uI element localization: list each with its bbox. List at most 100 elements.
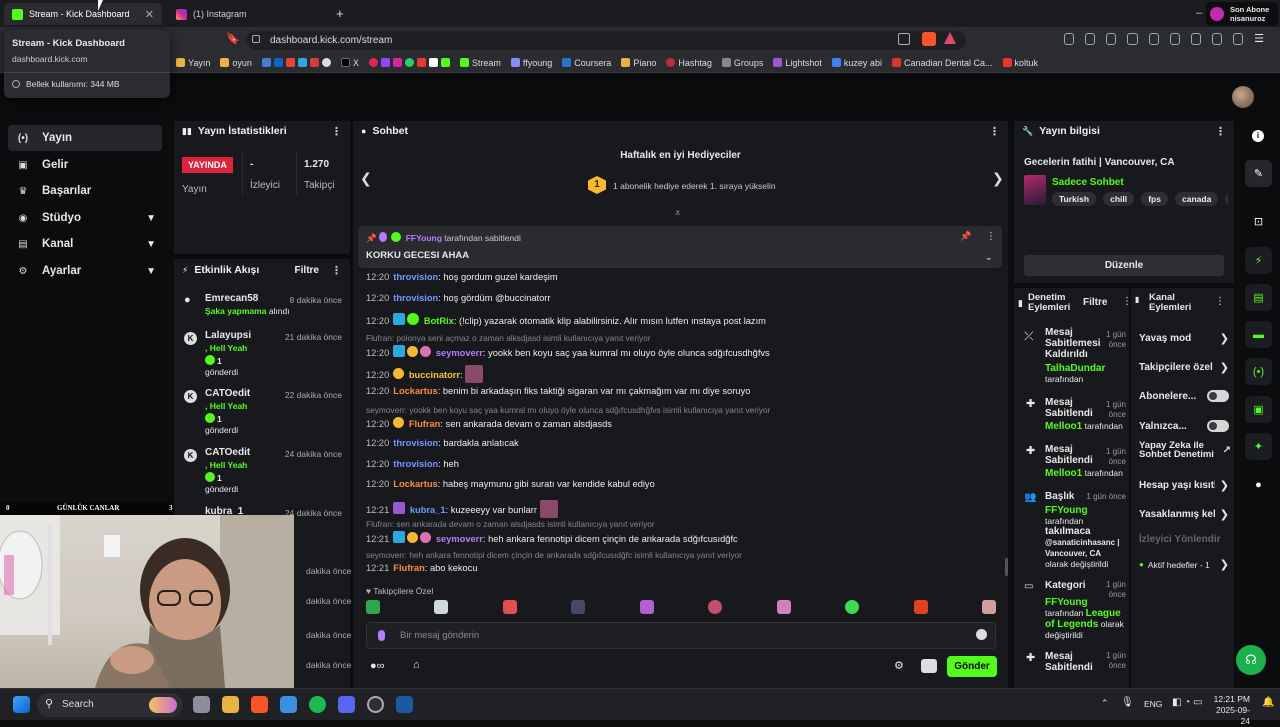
bookmark-stream[interactable]: Stream xyxy=(459,58,501,68)
next-arrow-icon[interactable]: ❯ xyxy=(992,170,1004,187)
more-options-icon[interactable]: ⋮ xyxy=(989,125,1000,138)
bookmark-icon[interactable]: 🔖 xyxy=(226,32,240,45)
points-icon[interactable]: ●∞ xyxy=(370,660,385,672)
chat-username[interactable]: Lockartus xyxy=(393,386,437,396)
extension-icon[interactable] xyxy=(1190,33,1201,45)
chat-username[interactable]: Flufran xyxy=(409,419,441,429)
microphone-icon[interactable]: 🎙 xyxy=(1121,697,1134,708)
bookmark-icons[interactable] xyxy=(261,58,331,67)
emote-icon[interactable] xyxy=(708,600,723,614)
edit-pencil-icon[interactable]: ✎ xyxy=(1245,160,1272,187)
chevron-down-icon[interactable]: ⌄ xyxy=(985,252,993,263)
info-icon[interactable]: i xyxy=(1252,130,1264,142)
filter-button[interactable]: Filtre xyxy=(295,265,319,276)
document-icon[interactable]: ▤ xyxy=(1245,284,1272,311)
chat-bubble-icon[interactable]: ▬ xyxy=(1245,321,1272,348)
chat-username[interactable]: seymoverr xyxy=(436,348,483,358)
emote-icon[interactable] xyxy=(639,600,654,614)
tray-expand-icon[interactable]: ⌃ xyxy=(1101,698,1109,709)
chat-emote-icon[interactable] xyxy=(921,659,937,673)
app-icon[interactable] xyxy=(280,696,297,713)
share-icon[interactable] xyxy=(898,33,910,45)
broadcast-icon[interactable]: (•) xyxy=(1245,358,1272,385)
chat-username[interactable]: buccinatorr xyxy=(409,370,460,380)
sidebar-item-studyo[interactable]: ◉ Stüdyo ▼ xyxy=(8,205,162,231)
unpin-icon[interactable]: 📌 xyxy=(960,231,971,242)
points-icon[interactable]: ● xyxy=(1245,471,1272,498)
windows-start-icon[interactable] xyxy=(13,696,30,713)
mic-icon[interactable] xyxy=(378,630,385,641)
tab-kick-dashboard[interactable]: Stream - Kick Dashboard ✕ xyxy=(4,3,162,25)
send-button[interactable]: Gönder xyxy=(947,656,997,677)
site-info-icon[interactable] xyxy=(252,35,260,43)
sidebar-item-yayin[interactable]: (•) Yayın xyxy=(8,125,162,151)
tab-instagram[interactable]: (1) Instagram xyxy=(168,3,326,25)
file-explorer-icon[interactable] xyxy=(222,696,239,713)
bookmark-x[interactable]: X xyxy=(340,58,359,68)
emote-icon[interactable] xyxy=(366,600,380,614)
close-tab-icon[interactable]: ✕ xyxy=(145,8,154,21)
task-view-icon[interactable] xyxy=(193,696,210,713)
edit-button[interactable]: Düzenle xyxy=(1024,255,1224,276)
category-name[interactable]: Sadece Sohbet xyxy=(1052,177,1124,188)
chat-username[interactable]: Flufran xyxy=(393,563,425,573)
sidebar-item-gelir[interactable]: ▣ Gelir xyxy=(8,152,162,178)
sidebar-item-ayarlar[interactable]: ⚙ Ayarlar ▼ xyxy=(8,258,162,284)
bookmark-canadian-dental[interactable]: Canadian Dental Ca... xyxy=(891,58,993,68)
clips-icon[interactable]: ▣ xyxy=(1245,396,1272,423)
notification-icon[interactable]: 🔔 xyxy=(1262,697,1274,708)
chat-username[interactable]: Lockartus xyxy=(393,479,437,489)
sidebar-item-basarilar[interactable]: ♛ Başarılar xyxy=(8,178,162,204)
bookmark-yayin[interactable]: Yayın xyxy=(176,58,210,68)
collapse-icon[interactable]: ⩡ xyxy=(675,208,681,219)
bookmark-kuzey-abi[interactable]: kuzey abi xyxy=(831,58,882,68)
minimize-icon[interactable]: – xyxy=(1196,7,1202,19)
emote-icon[interactable] xyxy=(434,600,449,614)
channel-action-followers-only[interactable]: Takipçilere özel ❯ xyxy=(1139,361,1229,374)
gear-icon[interactable]: ⚙ xyxy=(894,659,904,672)
chat-username[interactable]: throvision xyxy=(393,438,438,448)
screen-icon[interactable]: ⊡ xyxy=(1245,208,1272,235)
brave-shield-icon[interactable] xyxy=(922,32,936,46)
emote-icon[interactable] xyxy=(776,600,791,614)
clock[interactable]: 12:21 PM 2025-09-24 xyxy=(1210,694,1250,727)
extension-icon[interactable] xyxy=(1233,33,1244,45)
active-goals[interactable]: ● Aktif hedefler - 1 ❯ xyxy=(1139,558,1229,571)
bookmark-icons-2[interactable] xyxy=(368,58,450,67)
chat-input[interactable]: Bir mesaj gönderin xyxy=(366,622,996,649)
sidebar-item-kanal[interactable]: ▤ Kanal ▼ xyxy=(8,231,162,257)
emotes-only-toggle[interactable] xyxy=(1207,420,1229,432)
bookmark-oyun[interactable]: oyun xyxy=(220,58,252,68)
chat-username[interactable]: throvision xyxy=(393,293,438,303)
extension-icon[interactable] xyxy=(1106,33,1117,45)
more-options-icon[interactable]: ⋮ xyxy=(331,125,342,138)
extension-icon[interactable] xyxy=(1169,33,1180,45)
discord-icon[interactable] xyxy=(338,696,355,713)
address-bar[interactable]: dashboard.kick.com/stream xyxy=(246,31,966,50)
more-options-icon[interactable]: ⋮ xyxy=(1215,296,1225,307)
extension-icon[interactable] xyxy=(1148,33,1159,45)
chat-username[interactable]: seymoverr xyxy=(436,534,483,544)
prev-arrow-icon[interactable]: ❮ xyxy=(360,170,372,187)
bookmark-groups[interactable]: Groups xyxy=(721,58,763,68)
channel-action-emotes-only[interactable]: Yalnızca... xyxy=(1139,420,1229,432)
channel-action-account-age[interactable]: Hesap yaşı kısıtl ❯ xyxy=(1139,479,1229,492)
emote-icon[interactable] xyxy=(571,600,586,614)
extension-icon[interactable] xyxy=(1211,33,1222,45)
bookmark-piano[interactable]: Piano xyxy=(621,58,656,68)
brave-browser-icon[interactable] xyxy=(251,696,268,713)
subscribers-only-toggle[interactable] xyxy=(1207,390,1229,402)
wrench-icon[interactable]: ✦ xyxy=(1245,433,1272,460)
emote-icon[interactable] xyxy=(845,600,860,614)
bookmark-ffyoung[interactable]: ffyoung xyxy=(510,58,552,68)
network-volume-icons[interactable]: ◧ ◔ ▭ xyxy=(1172,697,1203,708)
more-options-icon[interactable]: ⋮ xyxy=(986,231,996,242)
chat-scrollbar[interactable] xyxy=(1005,558,1008,576)
channel-action-slow-mode[interactable]: Yavaş mod ❯ xyxy=(1139,332,1229,345)
more-options-icon[interactable]: ⋮ xyxy=(1215,125,1226,138)
bookmark-coursera[interactable]: Coursera xyxy=(562,58,611,68)
chat-username[interactable]: kubra_1 xyxy=(410,505,446,515)
emoji-icon[interactable] xyxy=(976,629,987,640)
lightning-icon[interactable]: ⚡ xyxy=(1245,247,1272,274)
channel-action-raid[interactable]: İzleyici Yönlendir xyxy=(1139,534,1229,545)
